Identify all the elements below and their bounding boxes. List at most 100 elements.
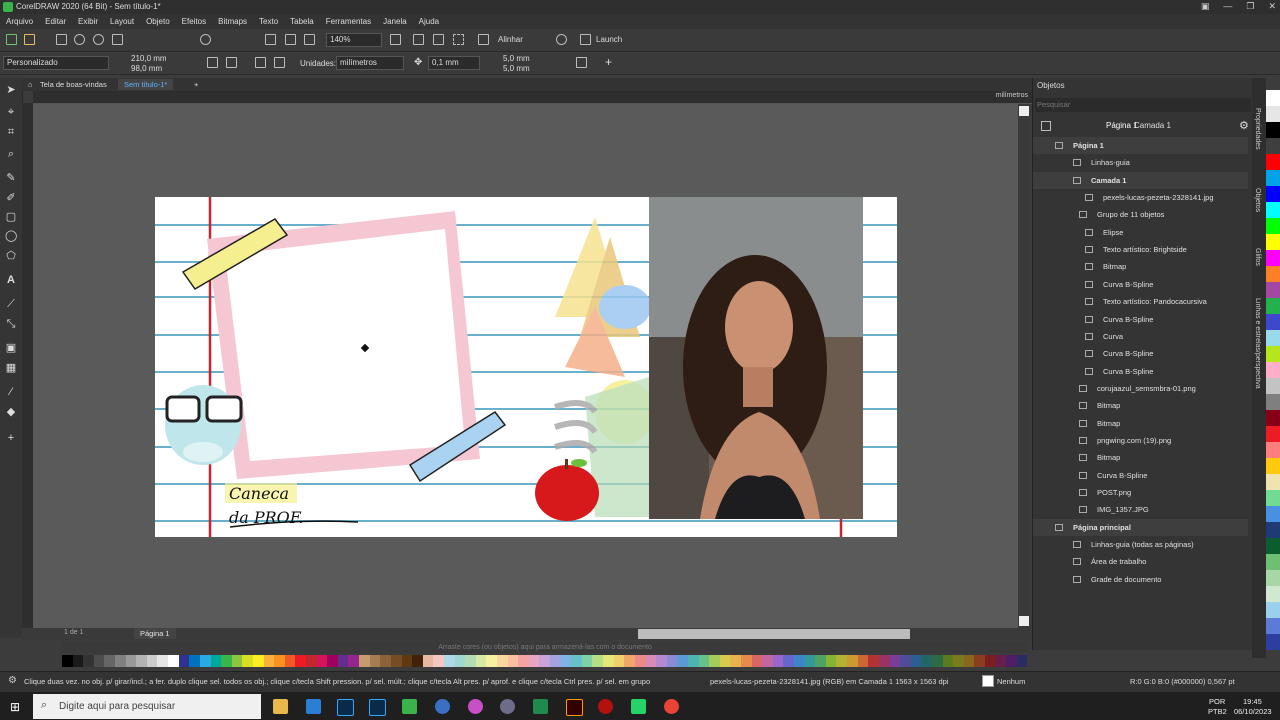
tab-objetos[interactable]: Objetos [1254, 188, 1261, 212]
palette-swatch[interactable] [1266, 218, 1280, 234]
palette-swatch[interactable] [422, 655, 434, 667]
palette-swatch[interactable] [1266, 106, 1280, 122]
menu-texto[interactable]: Texto [253, 17, 284, 26]
chrome-icon[interactable] [664, 699, 679, 714]
palette-swatch[interactable] [475, 655, 487, 667]
palette-swatch[interactable] [433, 655, 444, 667]
palette-swatch[interactable] [1266, 410, 1280, 426]
palette-swatch[interactable] [942, 655, 954, 667]
menu-tabela[interactable]: Tabela [284, 17, 320, 26]
palette-swatch[interactable] [168, 655, 179, 667]
settings-gear-icon[interactable]: ⚙ [8, 675, 17, 686]
palette-swatch[interactable] [825, 655, 837, 667]
palette-swatch[interactable] [1266, 538, 1280, 554]
nudge-distance-field[interactable]: 0,1 mm [428, 56, 480, 70]
palette-swatch[interactable] [327, 655, 338, 667]
page-width-field[interactable]: 210,0 mm [131, 54, 167, 63]
app-icon-purple[interactable] [468, 699, 483, 714]
object-tree-item[interactable]: Curva B-Spline [1033, 345, 1248, 362]
palette-swatch[interactable] [136, 655, 147, 667]
illustrator-icon[interactable] [566, 699, 583, 716]
palette-swatch[interactable] [1266, 442, 1280, 458]
page-height-field[interactable]: 98,0 mm [131, 64, 162, 73]
palette-swatch[interactable] [836, 655, 848, 667]
export-tool-icon[interactable] [285, 34, 296, 45]
object-tree-item[interactable]: Grade de documento [1033, 571, 1248, 588]
object-tree-item[interactable]: Curva B-Spline [1033, 363, 1248, 380]
launch-dropdown[interactable]: Launch [596, 35, 622, 44]
palette-swatch[interactable] [804, 655, 816, 667]
palette-swatch[interactable] [634, 655, 646, 667]
print-icon[interactable] [112, 34, 123, 45]
palette-swatch[interactable] [1266, 138, 1280, 154]
panel-gear-icon[interactable]: ⚙ [1239, 119, 1249, 132]
page-tab[interactable]: Página 1 [134, 628, 176, 639]
palette-swatch[interactable] [62, 655, 73, 667]
current-page-icon[interactable] [274, 57, 285, 68]
palette-swatch[interactable] [709, 655, 720, 667]
object-tree-item[interactable]: Texto artístico: Pandocacursiva [1033, 293, 1248, 310]
palette-swatch[interactable] [995, 655, 1007, 667]
palette-swatch[interactable] [719, 655, 731, 667]
undo-icon[interactable] [200, 34, 211, 45]
menu-bitmaps[interactable]: Bitmaps [212, 17, 253, 26]
menu-exibir[interactable]: Exibir [72, 17, 104, 26]
object-tree-item[interactable]: Bitmap [1033, 449, 1248, 466]
tab-propriedades[interactable]: Propriedades [1254, 108, 1261, 150]
restore-icon[interactable]: ▣ [1201, 1, 1210, 12]
palette-swatch[interactable] [1266, 570, 1280, 586]
palette-swatch[interactable] [1266, 266, 1280, 282]
object-tree-item[interactable]: Área de trabalho [1033, 553, 1248, 570]
menu-editar[interactable]: Editar [39, 17, 72, 26]
clock-time[interactable]: 19:45 [1243, 697, 1262, 706]
palette-swatch[interactable] [337, 655, 349, 667]
freehand-tool-icon[interactable]: ✎ [5, 172, 17, 184]
eyedropper-icon[interactable]: ⁄ [5, 386, 17, 398]
objects-search-input[interactable]: Pesquisar [1035, 98, 1251, 112]
palette-swatch[interactable] [772, 655, 784, 667]
palette-swatch[interactable] [571, 655, 582, 667]
whatsapp-icon[interactable] [631, 699, 646, 714]
palette-swatch[interactable] [815, 655, 826, 667]
duplicate-y-field[interactable]: 5,0 mm [503, 64, 530, 73]
palette-swatch[interactable] [900, 655, 911, 667]
menu-arquivo[interactable]: Arquivo [0, 17, 39, 26]
shape-tool-icon[interactable]: ⌖ [5, 106, 17, 118]
rulers-icon[interactable] [413, 34, 424, 45]
treat-as-filled-icon[interactable] [576, 57, 587, 68]
palette-swatch[interactable] [348, 655, 360, 667]
object-tree-item[interactable]: Curva B-Spline [1033, 311, 1248, 328]
palette-swatch[interactable] [1266, 618, 1280, 634]
object-tree-item[interactable]: Camada 1 [1033, 171, 1248, 189]
horizontal-ruler[interactable]: milímetros [33, 91, 1032, 104]
palette-swatch[interactable] [125, 655, 137, 667]
palette-swatch[interactable] [1266, 170, 1280, 186]
object-tree-item[interactable]: Grupo de 11 objetos [1033, 206, 1248, 223]
palette-swatch[interactable] [401, 655, 413, 667]
palette-swatch[interactable] [507, 655, 519, 667]
pick-tool-icon[interactable]: ➤ [5, 84, 17, 96]
menu-janela[interactable]: Janela [377, 17, 413, 26]
palette-swatch[interactable] [528, 655, 540, 667]
menu-ajuda[interactable]: Ajuda [413, 17, 445, 26]
options-gear-icon[interactable] [556, 34, 567, 45]
vertical-scrollbar[interactable] [1018, 104, 1030, 628]
palette-swatch[interactable] [762, 655, 773, 667]
palette-swatch[interactable] [390, 655, 402, 667]
document-page[interactable]: Caneca da PROF. [155, 197, 897, 537]
object-tree-item[interactable]: Curva B-Spline [1033, 276, 1248, 293]
color-palette[interactable] [62, 655, 1028, 667]
landscape-icon[interactable] [226, 57, 237, 68]
palette-swatch[interactable] [104, 655, 116, 667]
palette-swatch[interactable] [1266, 490, 1280, 506]
object-tree-item[interactable]: Página principal [1033, 518, 1248, 536]
add-tool-icon[interactable]: + [5, 432, 17, 444]
object-tree-item[interactable]: POST.png [1033, 484, 1248, 501]
palette-swatch[interactable] [751, 655, 763, 667]
palette-swatch[interactable] [1266, 314, 1280, 330]
palette-swatch[interactable] [1266, 122, 1280, 138]
import-icon[interactable] [74, 34, 85, 45]
palette-swatch[interactable] [1266, 330, 1280, 346]
zoom-level-field[interactable]: 140% [326, 33, 382, 47]
palette-swatch[interactable] [1006, 655, 1017, 667]
